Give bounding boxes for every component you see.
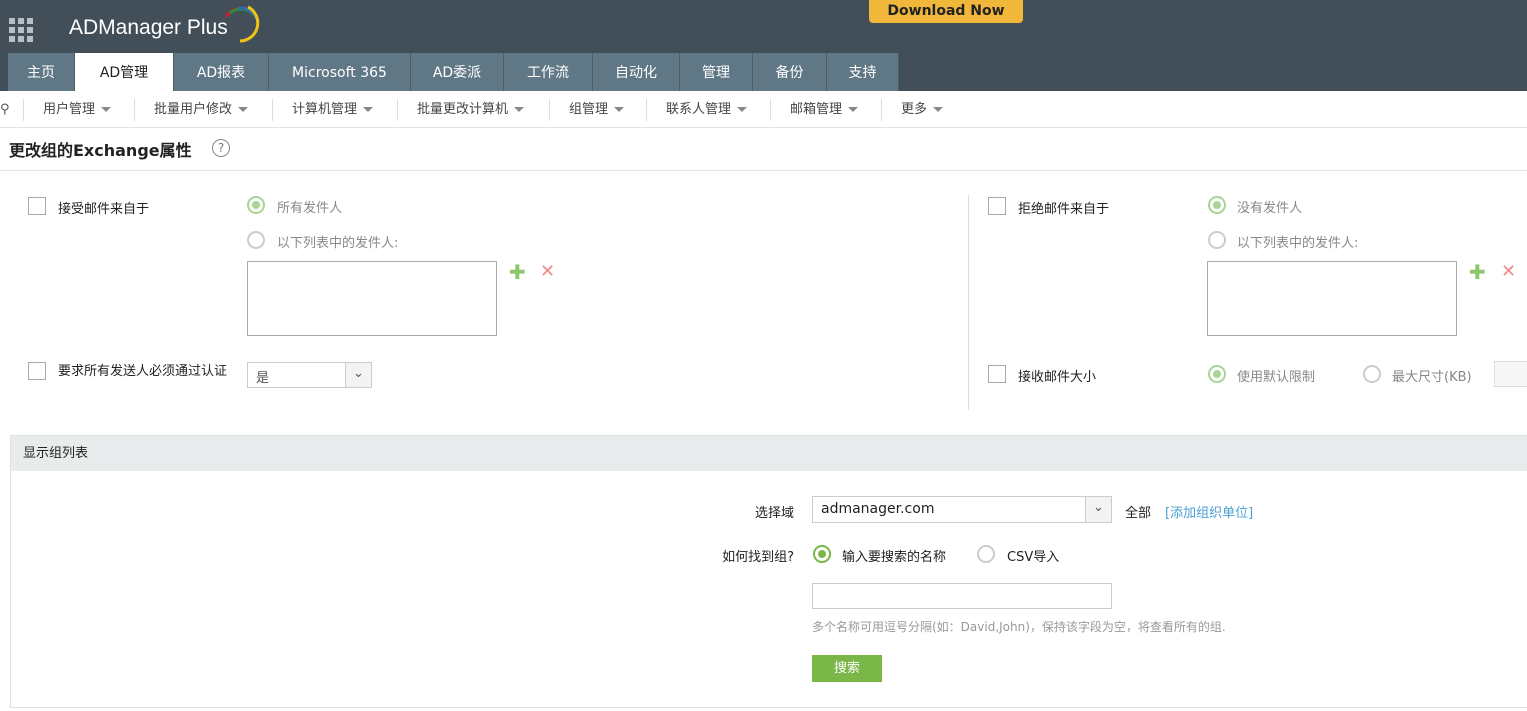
tab-backup[interactable]: 备份 [753,53,827,91]
divider [397,99,398,121]
divider [272,99,273,121]
chevron-down-icon: ⌄ [1085,497,1111,522]
no-senders-radio[interactable] [1208,196,1226,214]
menu-mailbox-management[interactable]: 邮箱管理 [790,91,859,128]
menu-bulk-user-modify[interactable]: 批量用户修改 [154,91,249,128]
divider [646,99,647,121]
caret-down-icon [614,107,625,112]
tab-home[interactable]: 主页 [8,53,75,91]
menu-bulk-computer-modify[interactable]: 批量更改计算机 [417,91,525,128]
menu-label: 计算机管理 [292,102,358,117]
menu-label: 更多 [901,102,928,117]
csv-import-radio[interactable] [977,545,995,563]
caret-down-icon [737,107,748,112]
require-auth-checkbox[interactable] [28,362,46,380]
divider [0,170,1527,171]
menu-computer-management[interactable]: 计算机管理 [292,91,374,128]
accept-mail-label: 接受邮件来自于 [58,202,150,217]
select-value: admanager.com [821,501,935,517]
tab-admin[interactable]: 管理 [680,53,753,91]
reject-senders-list[interactable] [1207,261,1457,336]
all-label: 全部 [1125,506,1152,521]
accept-senders-list[interactable] [247,261,497,336]
domain-label: 选择域 [754,506,794,521]
app-logo[interactable]: ADManager Plus [69,16,228,40]
reject-mail-checkbox[interactable] [988,197,1006,215]
menu-label: 用户管理 [43,102,96,117]
add-ou-link[interactable]: [添加组织单位] [1165,502,1253,521]
search-icon[interactable]: ⚲ [0,91,10,128]
select-value: 是 [256,371,270,386]
find-group-label: 如何找到组? [722,550,794,565]
chevron-down-icon: ⌄ [345,363,371,387]
tab-automation[interactable]: 自动化 [593,53,680,91]
group-list-panel: 显示组列表 [10,435,1527,708]
menu-group-management[interactable]: 组管理 [569,91,625,128]
caret-down-icon [101,107,112,112]
caret-down-icon [514,107,525,112]
help-icon[interactable]: ? [212,139,230,157]
divider [549,99,550,121]
tab-microsoft-365[interactable]: Microsoft 365 [269,53,411,91]
divider [881,99,882,121]
divider [770,99,771,121]
reject-list-label: 以下列表中的发件人: [1237,236,1359,251]
reject-mail-label: 拒绝邮件来自于 [1018,202,1110,217]
tab-workflow[interactable]: 工作流 [504,53,593,91]
search-button[interactable]: 搜索 [812,655,882,682]
menu-label: 邮箱管理 [790,102,843,117]
remove-icon[interactable]: ✕ [540,261,555,282]
require-auth-select[interactable]: 是 ⌄ [247,362,372,388]
apps-grid-icon[interactable] [9,18,33,42]
accept-mail-checkbox[interactable] [28,197,46,215]
menu-label: 联系人管理 [666,102,732,117]
divider [134,99,135,121]
menu-user-management[interactable]: 用户管理 [43,91,112,128]
max-size-radio[interactable] [1363,365,1381,383]
panel-header: 显示组列表 [11,436,1527,471]
search-name-label: 输入要搜索的名称 [842,550,947,565]
remove-icon[interactable]: ✕ [1501,261,1516,282]
receive-size-checkbox[interactable] [988,365,1006,383]
menu-label: 批量用户修改 [154,102,233,117]
add-icon[interactable]: ✚ [509,260,526,284]
csv-import-label: CSV导入 [1007,550,1060,565]
menu-label: 批量更改计算机 [417,102,509,117]
reject-list-radio[interactable] [1208,231,1226,249]
menu-more[interactable]: 更多 [901,91,944,128]
no-senders-label: 没有发件人 [1237,201,1303,216]
max-size-label: 最大尺寸(KB) [1392,370,1472,385]
default-limit-radio[interactable] [1208,365,1226,383]
caret-down-icon [238,107,249,112]
tab-ad-delegation[interactable]: AD委派 [411,53,504,91]
receive-size-label: 接收邮件大小 [1018,370,1097,385]
menu-label: 组管理 [569,102,609,117]
divider [968,195,969,410]
tab-support[interactable]: 支持 [827,53,899,91]
menu-contact-management[interactable]: 联系人管理 [666,91,748,128]
list-senders-radio[interactable] [247,231,265,249]
default-limit-label: 使用默认限制 [1237,370,1316,385]
all-senders-radio[interactable] [247,196,265,214]
search-name-radio[interactable] [813,545,831,563]
tab-ad-reports[interactable]: AD报表 [174,53,269,91]
caret-down-icon [933,107,944,112]
divider [23,99,24,121]
add-icon[interactable]: ✚ [1469,260,1486,284]
sub-menu: ⚲ 用户管理 批量用户修改 计算机管理 批量更改计算机 组管理 联系人管理 邮箱… [0,91,1527,128]
require-auth-label: 要求所有发送人必须通过认证 [58,364,228,379]
caret-down-icon [363,107,374,112]
max-size-input[interactable] [1494,361,1527,387]
caret-down-icon [848,107,859,112]
all-senders-label: 所有发件人 [277,201,343,216]
domain-select[interactable]: admanager.com ⌄ [812,496,1112,523]
group-name-input[interactable] [812,583,1112,609]
logo-arc-icon [224,5,260,43]
list-senders-label: 以下列表中的发件人: [277,236,399,251]
app-header: ADManager Plus Download Now 主页 AD管理 AD报表… [0,0,1527,91]
tab-ad-management[interactable]: AD管理 [75,53,174,91]
page-title: 更改组的Exchange属性 [9,141,192,160]
hint-text: 多个名称可用逗号分隔(如：David,John)，保持该字段为空，将查看所有的组… [812,620,1226,634]
download-now-button[interactable]: Download Now [869,0,1023,23]
